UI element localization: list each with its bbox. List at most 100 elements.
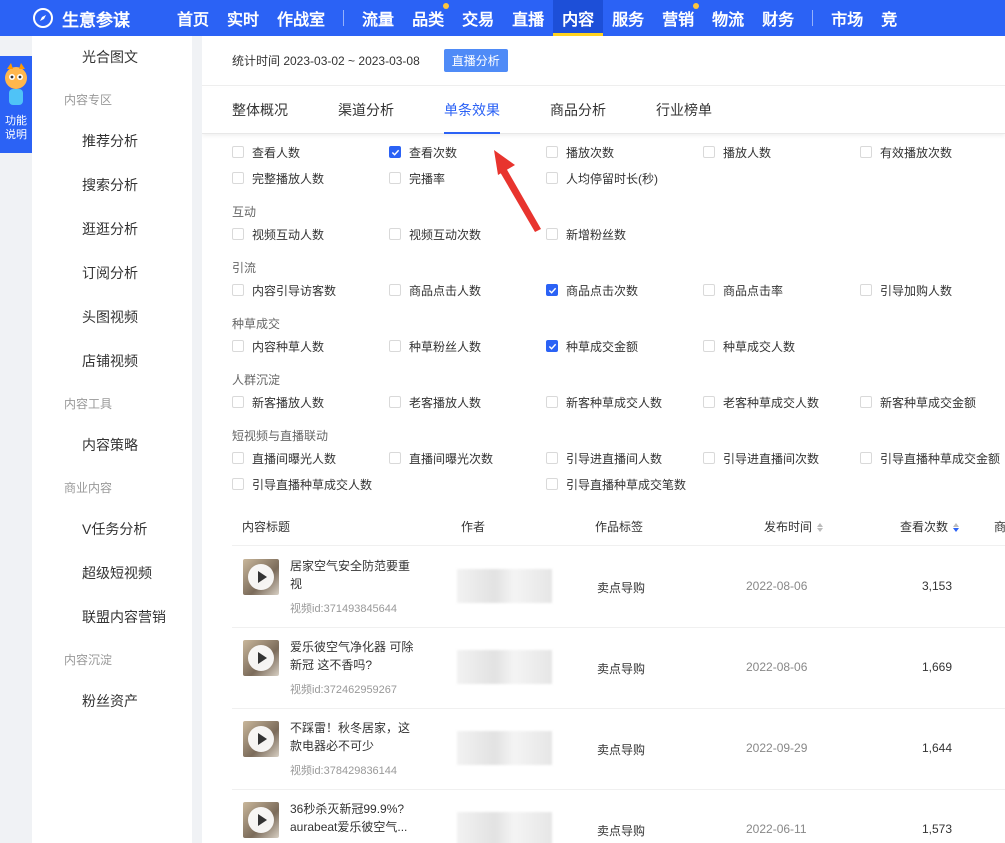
- metric-option-live-1[interactable]: 直播间曝光次数: [389, 448, 493, 468]
- metric-option-basic-4[interactable]: 有效播放次数: [860, 142, 952, 162]
- sidebar-item-subscribe[interactable]: 订阅分析: [32, 258, 192, 288]
- metric-option-interact-1[interactable]: 视频互动次数: [389, 224, 481, 244]
- checkbox-icon[interactable]: [389, 340, 401, 352]
- metric-option-basic-2[interactable]: 播放次数: [546, 142, 614, 162]
- checkbox-checked-icon[interactable]: [546, 340, 558, 352]
- checkbox-icon[interactable]: [703, 284, 715, 296]
- checkbox-icon[interactable]: [703, 340, 715, 352]
- nav-item-13[interactable]: 竞: [872, 0, 906, 36]
- sort-desc-icon[interactable]: [953, 522, 960, 532]
- row-title[interactable]: 不踩雷！秋冬居家，这款电器必不可少: [290, 719, 420, 755]
- sidebar-item-strategy[interactable]: 内容策略: [32, 430, 192, 460]
- brand[interactable]: 生意参谋: [0, 6, 168, 31]
- checkbox-icon[interactable]: [389, 228, 401, 240]
- checkbox-icon[interactable]: [703, 146, 715, 158]
- checkbox-icon[interactable]: [860, 284, 872, 296]
- checkbox-icon[interactable]: [389, 172, 401, 184]
- checkbox-icon[interactable]: [703, 396, 715, 408]
- checkbox-checked-icon[interactable]: [389, 146, 401, 158]
- checkbox-icon[interactable]: [860, 396, 872, 408]
- metric-option-basic-1[interactable]: 查看次数: [389, 142, 457, 162]
- video-thumbnail[interactable]: [243, 721, 279, 757]
- play-icon[interactable]: [248, 645, 274, 671]
- nav-item-12[interactable]: 市场: [822, 0, 872, 36]
- metric-option-traffic-0[interactable]: 内容引导访客数: [232, 280, 336, 300]
- metric-option-interact-2[interactable]: 新增粉丝数: [546, 224, 626, 244]
- nav-item-4[interactable]: 品类: [403, 0, 453, 36]
- nav-item-5[interactable]: 交易: [453, 0, 503, 36]
- checkbox-icon[interactable]: [546, 396, 558, 408]
- tab-industry[interactable]: 行业榜单: [656, 88, 712, 134]
- checkbox-icon[interactable]: [232, 478, 244, 490]
- nav-item-7[interactable]: 内容: [553, 0, 604, 36]
- metric-option-live-5[interactable]: 引导直播种草成交人数: [232, 474, 372, 494]
- play-icon[interactable]: [248, 807, 274, 833]
- checkbox-icon[interactable]: [232, 284, 244, 296]
- metric-option-traffic-2[interactable]: 商品点击次数: [546, 280, 638, 300]
- sidebar-item-alliance[interactable]: 联盟内容营销: [32, 602, 192, 632]
- nav-item-0[interactable]: 首页: [168, 0, 218, 36]
- metric-option-crowd-2[interactable]: 新客种草成交人数: [546, 392, 662, 412]
- row-title[interactable]: 爱乐彼空气净化器 可除新冠 这不香吗?: [290, 638, 420, 674]
- row-title[interactable]: 36秒杀灭新冠99.9%? aurabeat爱乐彼空气...: [290, 800, 420, 836]
- sidebar-item-recommend[interactable]: 推荐分析: [32, 126, 192, 156]
- play-icon[interactable]: [248, 564, 274, 590]
- metric-option-live-6[interactable]: 引导直播种草成交笔数: [546, 474, 686, 494]
- nav-item-9[interactable]: 营销: [653, 0, 703, 36]
- metric-option-basic-7[interactable]: 人均停留时长(秒): [546, 168, 658, 188]
- metric-option-crowd-4[interactable]: 新客种草成交金额: [860, 392, 976, 412]
- sidebar-item-search[interactable]: 搜索分析: [32, 170, 192, 200]
- play-icon[interactable]: [248, 726, 274, 752]
- metric-option-traffic-3[interactable]: 商品点击率: [703, 280, 783, 300]
- checkbox-icon[interactable]: [546, 146, 558, 158]
- tab-single[interactable]: 单条效果: [444, 88, 500, 134]
- col-date[interactable]: 发布时间: [764, 508, 824, 546]
- checkbox-icon[interactable]: [232, 396, 244, 408]
- nav-item-6[interactable]: 直播: [503, 0, 553, 36]
- sidebar-item-super-video[interactable]: 超级短视频: [32, 558, 192, 588]
- checkbox-icon[interactable]: [860, 452, 872, 464]
- metric-option-crowd-1[interactable]: 老客播放人数: [389, 392, 481, 412]
- checkbox-icon[interactable]: [389, 452, 401, 464]
- metric-option-seed-2[interactable]: 种草成交金额: [546, 336, 638, 356]
- nav-item-1[interactable]: 实时: [218, 0, 268, 36]
- checkbox-icon[interactable]: [232, 146, 244, 158]
- metric-option-basic-5[interactable]: 完整播放人数: [232, 168, 324, 188]
- checkbox-icon[interactable]: [232, 228, 244, 240]
- nav-item-8[interactable]: 服务: [603, 0, 653, 36]
- checkbox-icon[interactable]: [546, 228, 558, 240]
- checkbox-icon[interactable]: [546, 478, 558, 490]
- nav-item-3[interactable]: 流量: [353, 0, 403, 36]
- metric-option-crowd-3[interactable]: 老客种草成交人数: [703, 392, 819, 412]
- metric-option-basic-0[interactable]: 查看人数: [232, 142, 300, 162]
- tab-channel[interactable]: 渠道分析: [338, 88, 394, 134]
- feature-help-button[interactable]: 功能 说明: [0, 56, 32, 153]
- video-thumbnail[interactable]: [243, 802, 279, 838]
- checkbox-icon[interactable]: [546, 172, 558, 184]
- checkbox-icon[interactable]: [232, 340, 244, 352]
- metric-option-live-0[interactable]: 直播间曝光人数: [232, 448, 336, 468]
- metric-option-basic-6[interactable]: 完播率: [389, 168, 445, 188]
- nav-item-11[interactable]: 财务: [753, 0, 803, 36]
- sidebar-item-guanghe[interactable]: 光合图文: [32, 42, 192, 72]
- metric-option-seed-3[interactable]: 种草成交人数: [703, 336, 795, 356]
- metric-option-traffic-4[interactable]: 引导加购人数: [860, 280, 952, 300]
- checkbox-checked-icon[interactable]: [546, 284, 558, 296]
- metric-option-live-3[interactable]: 引导进直播间次数: [703, 448, 819, 468]
- metric-option-interact-0[interactable]: 视频互动人数: [232, 224, 324, 244]
- table-row[interactable]: 不踩雷！秋冬居家，这款电器必不可少 视频id:378429836144 卖点导购 20…: [232, 709, 1005, 790]
- table-row[interactable]: 36秒杀灭新冠99.9%? aurabeat爱乐彼空气... 卖点导购 2022-0…: [232, 790, 1005, 843]
- metric-option-crowd-0[interactable]: 新客播放人数: [232, 392, 324, 412]
- table-row[interactable]: 爱乐彼空气净化器 可除新冠 这不香吗? 视频id:372462959267 卖点导购…: [232, 628, 1005, 709]
- metric-option-basic-3[interactable]: 播放人数: [703, 142, 771, 162]
- col-views[interactable]: 查看次数: [900, 508, 960, 546]
- checkbox-icon[interactable]: [389, 396, 401, 408]
- checkbox-icon[interactable]: [860, 146, 872, 158]
- live-analysis-button[interactable]: 直播分析: [443, 49, 508, 72]
- video-thumbnail[interactable]: [243, 559, 279, 595]
- sidebar-item-head-video[interactable]: 头图视频: [32, 302, 192, 332]
- metric-option-seed-1[interactable]: 种草粉丝人数: [389, 336, 481, 356]
- checkbox-icon[interactable]: [703, 452, 715, 464]
- nav-item-2[interactable]: 作战室: [268, 0, 334, 36]
- nav-item-10[interactable]: 物流: [703, 0, 753, 36]
